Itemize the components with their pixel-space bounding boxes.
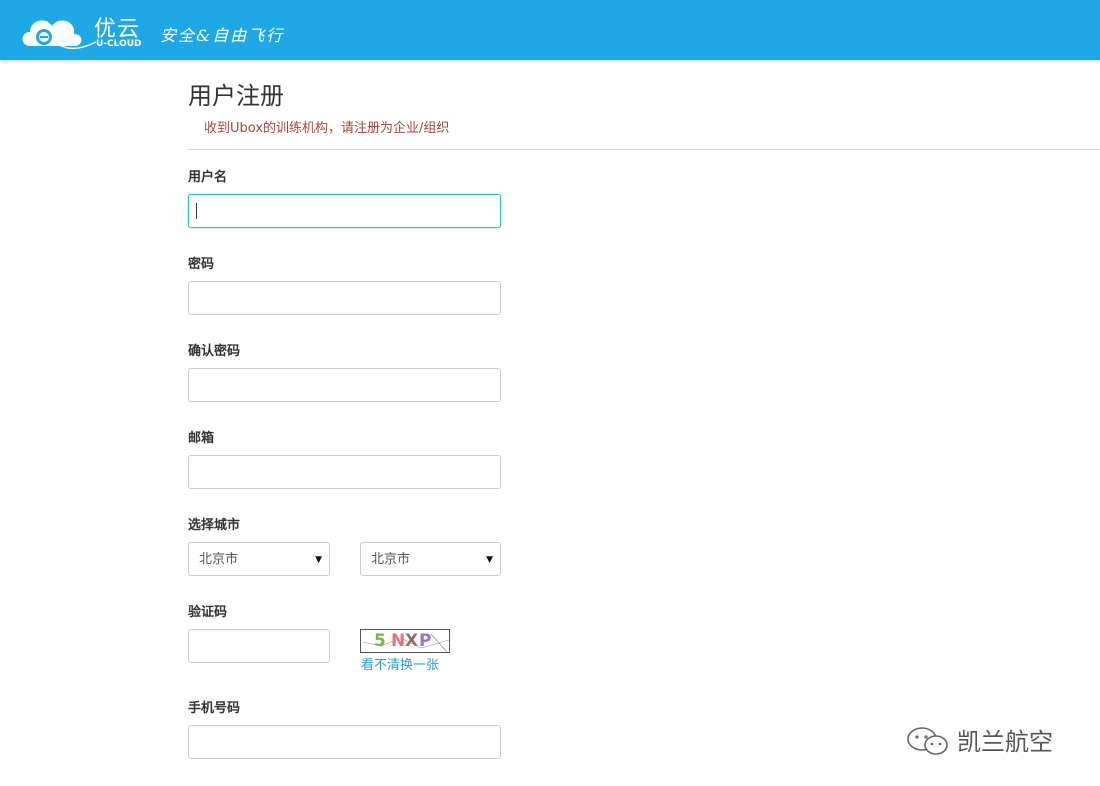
phone-label: 手机号码 — [188, 701, 241, 716]
dropdown-arrow-icon: ▼ — [315, 555, 322, 565]
email-input[interactable] — [188, 455, 501, 489]
city-select-value: 北京市 — [371, 552, 411, 567]
dropdown-arrow-icon: ▼ — [486, 555, 493, 565]
logo[interactable]: 优云 U-CLOUD — [18, 8, 148, 54]
watermark: 凯兰航空 — [905, 722, 1085, 756]
captcha-image[interactable]: 5 N X P — [360, 629, 450, 653]
slogan: 安全&自由飞行 — [160, 26, 285, 45]
username-input[interactable] — [188, 194, 501, 228]
city-label: 选择城市 — [188, 518, 241, 533]
username-label: 用户名 — [188, 170, 228, 185]
confirm-password-label: 确认密码 — [188, 344, 241, 359]
captcha-noise — [362, 633, 449, 652]
top-header-bar: 优云 U-CLOUD 安全&自由飞行 — [0, 0, 1100, 60]
page-title: 用户注册 — [188, 82, 284, 110]
captcha-label: 验证码 — [188, 605, 228, 620]
captcha-refresh-link[interactable]: 看不清换一张 — [361, 654, 439, 673]
province-select[interactable]: 北京市 ▼ — [188, 542, 330, 576]
text-caret — [196, 203, 197, 219]
logo-english-text: U-CLOUD — [96, 39, 142, 49]
watermark-text: 凯兰航空 — [957, 728, 1053, 756]
email-label: 邮箱 — [188, 431, 215, 446]
province-select-value: 北京市 — [199, 552, 239, 567]
divider — [188, 149, 1100, 150]
wechat-icon — [907, 727, 948, 755]
city-select[interactable]: 北京市 ▼ — [360, 542, 501, 576]
phone-input[interactable] — [188, 725, 501, 759]
confirm-password-input[interactable] — [188, 368, 501, 402]
password-label: 密码 — [188, 257, 215, 272]
captcha-input[interactable] — [188, 629, 330, 663]
cloud-logo-icon — [22, 20, 97, 50]
password-input[interactable] — [188, 281, 501, 315]
registration-notice: 收到Ubox的训练机构，请注册为企业/组织 — [204, 121, 450, 136]
